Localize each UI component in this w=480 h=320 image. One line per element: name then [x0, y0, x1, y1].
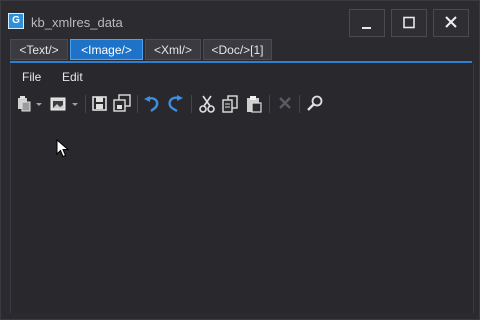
menu-edit[interactable]: Edit — [62, 67, 83, 87]
redo-icon — [168, 95, 183, 113]
editor-panel[interactable]: File Edit — [10, 63, 474, 313]
mouse-pointer-icon — [56, 139, 70, 158]
app-icon: G — [8, 13, 24, 29]
find-icon — [307, 95, 323, 111]
menu-file[interactable]: File — [22, 67, 41, 87]
copy-button[interactable] — [219, 93, 241, 115]
paste-special-button[interactable] — [16, 93, 46, 115]
save-all-button[interactable] — [111, 93, 133, 115]
toolbar-separator — [269, 95, 270, 113]
tab-image[interactable]: <Image/> — [70, 39, 143, 60]
title-bar[interactable]: G kb_xmlres_data — [1, 1, 479, 39]
close-icon — [445, 16, 457, 28]
toolbar — [11, 93, 473, 117]
save-all-icon — [113, 94, 131, 112]
tab-text[interactable]: <Text/> — [10, 39, 68, 60]
insert-image-button[interactable] — [49, 93, 81, 115]
tab-xml[interactable]: <Xml/> — [145, 39, 201, 60]
save-button[interactable] — [89, 93, 111, 115]
paste-button[interactable] — [243, 93, 265, 115]
toolbar-separator — [137, 95, 138, 113]
undo-button[interactable] — [141, 93, 163, 115]
toolbar-separator — [85, 95, 86, 113]
save-icon — [92, 96, 107, 111]
insert-image-icon — [50, 97, 78, 111]
app-window: G kb_xmlres_data <Text/> <Image/> <Xml/>… — [0, 0, 480, 320]
find-button[interactable] — [304, 93, 326, 115]
cut-button[interactable] — [196, 93, 218, 115]
cut-icon — [199, 95, 215, 113]
window-title: kb_xmlres_data — [31, 15, 123, 30]
minimize-icon — [362, 27, 371, 29]
minimize-button[interactable] — [349, 9, 385, 37]
delete-icon — [279, 97, 291, 109]
maximize-icon — [403, 16, 415, 29]
close-button[interactable] — [433, 9, 469, 37]
paste-special-icon — [18, 96, 42, 112]
toolbar-separator — [191, 95, 192, 113]
delete-button[interactable] — [274, 93, 296, 115]
copy-icon — [222, 95, 238, 113]
redo-button[interactable] — [165, 93, 187, 115]
maximize-button[interactable] — [391, 9, 427, 37]
paste-icon — [247, 96, 262, 113]
undo-icon — [144, 96, 159, 112]
tab-doc[interactable]: <Doc/>[1] — [203, 39, 272, 60]
toolbar-separator — [299, 95, 300, 113]
